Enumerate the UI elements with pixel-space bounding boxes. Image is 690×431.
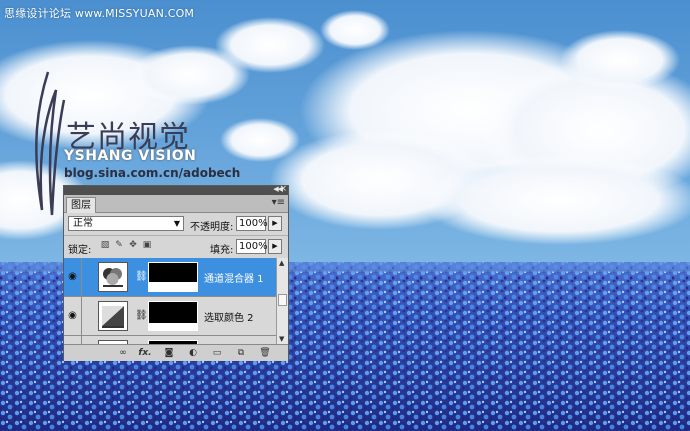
- trash-icon[interactable]: 🗑: [258, 347, 272, 359]
- link-layers-icon[interactable]: ∞: [116, 347, 130, 359]
- lock-all-icon[interactable]: ▣: [142, 240, 152, 250]
- panel-tabbar: 图层 ▾≡: [64, 195, 288, 213]
- scroll-down-icon[interactable]: ▼: [279, 335, 284, 343]
- lock-fill-row: 锁定: ▧ ✎ ✥ ▣ 填充: 100% ▶: [64, 235, 288, 258]
- layer-mask-thumbnail[interactable]: [148, 301, 198, 331]
- adjustment-layer-icon[interactable]: ◐: [186, 347, 200, 359]
- panel-titlebar[interactable]: ◀◀ ×: [64, 184, 288, 195]
- tab-layers[interactable]: 图层: [66, 197, 96, 213]
- layer-name: 通道混合器 1: [204, 274, 264, 285]
- lock-transparent-icon[interactable]: ▧: [100, 240, 110, 250]
- opacity-label: 不透明度:: [190, 222, 234, 233]
- eye-icon: ◉: [68, 310, 77, 321]
- new-group-icon[interactable]: ▭: [210, 347, 224, 359]
- opacity-slider-button[interactable]: ▶: [268, 216, 282, 231]
- swoosh-logo-icon: [35, 71, 66, 216]
- layer-row[interactable]: [64, 336, 276, 344]
- fill-label: 填充:: [210, 245, 234, 256]
- channel-mixer-glyph: [103, 268, 123, 287]
- layers-scrollbar[interactable]: ▲ ▼: [276, 258, 288, 344]
- layers-list: ◉ ⛓ 通道混合器 1 ◉ ⛓ 选取颜色 2: [64, 258, 276, 344]
- opacity-input[interactable]: 100%: [236, 216, 268, 231]
- panel-bottom-toolbar: ∞ fx. ◙ ◐ ▭ ⧉ 🗑: [64, 344, 288, 361]
- layers-panel: ◀◀ × 图层 ▾≡ 正常 ▼ 不透明度: 100% ▶ 锁定: ▧ ✎ ✥ ▣…: [63, 184, 289, 361]
- blend-mode-value: 正常: [73, 218, 93, 229]
- lock-image-icon[interactable]: ✎: [114, 240, 124, 250]
- eye-icon: ◉: [68, 271, 77, 282]
- fill-input[interactable]: 100%: [236, 239, 268, 254]
- lock-label: 锁定:: [68, 245, 92, 256]
- panel-menu-icon[interactable]: ▾≡: [272, 197, 285, 208]
- layer-row[interactable]: ◉ ⛓ 通道混合器 1: [64, 258, 276, 297]
- blend-opacity-row: 正常 ▼ 不透明度: 100% ▶: [64, 213, 288, 235]
- new-layer-icon[interactable]: ⧉: [234, 347, 248, 359]
- selective-color-glyph: [102, 306, 124, 328]
- blend-mode-select[interactable]: 正常 ▼: [68, 216, 184, 231]
- chevron-down-icon: ▼: [173, 219, 180, 228]
- visibility-toggle[interactable]: ◉: [64, 297, 82, 335]
- site-watermark: 思缘设计论坛 www.MISSYUAN.COM: [4, 7, 195, 20]
- scroll-thumb[interactable]: [278, 294, 287, 306]
- logo-url-text: blog.sina.com.cn/adobech: [64, 166, 241, 180]
- fill-slider-button[interactable]: ▶: [268, 239, 282, 254]
- visibility-toggle[interactable]: ◉: [64, 258, 82, 296]
- selective-color-icon: [98, 301, 128, 331]
- chain-link-icon[interactable]: ⛓: [135, 270, 148, 284]
- visibility-toggle[interactable]: [64, 336, 82, 344]
- add-mask-icon[interactable]: ◙: [162, 347, 176, 359]
- logo-english-text: YSHANG VISION: [64, 148, 197, 164]
- close-panel-icon[interactable]: ×: [279, 184, 287, 194]
- layer-mask-thumbnail[interactable]: [148, 262, 198, 292]
- layer-name: 选取颜色 2: [204, 313, 254, 324]
- lock-position-icon[interactable]: ✥: [128, 240, 138, 250]
- layer-row[interactable]: ◉ ⛓ 选取颜色 2: [64, 297, 276, 336]
- fx-icon[interactable]: fx.: [138, 347, 152, 359]
- scroll-up-icon[interactable]: ▲: [279, 259, 284, 267]
- chain-link-icon[interactable]: ⛓: [135, 309, 148, 323]
- channel-mixer-icon: [98, 262, 128, 292]
